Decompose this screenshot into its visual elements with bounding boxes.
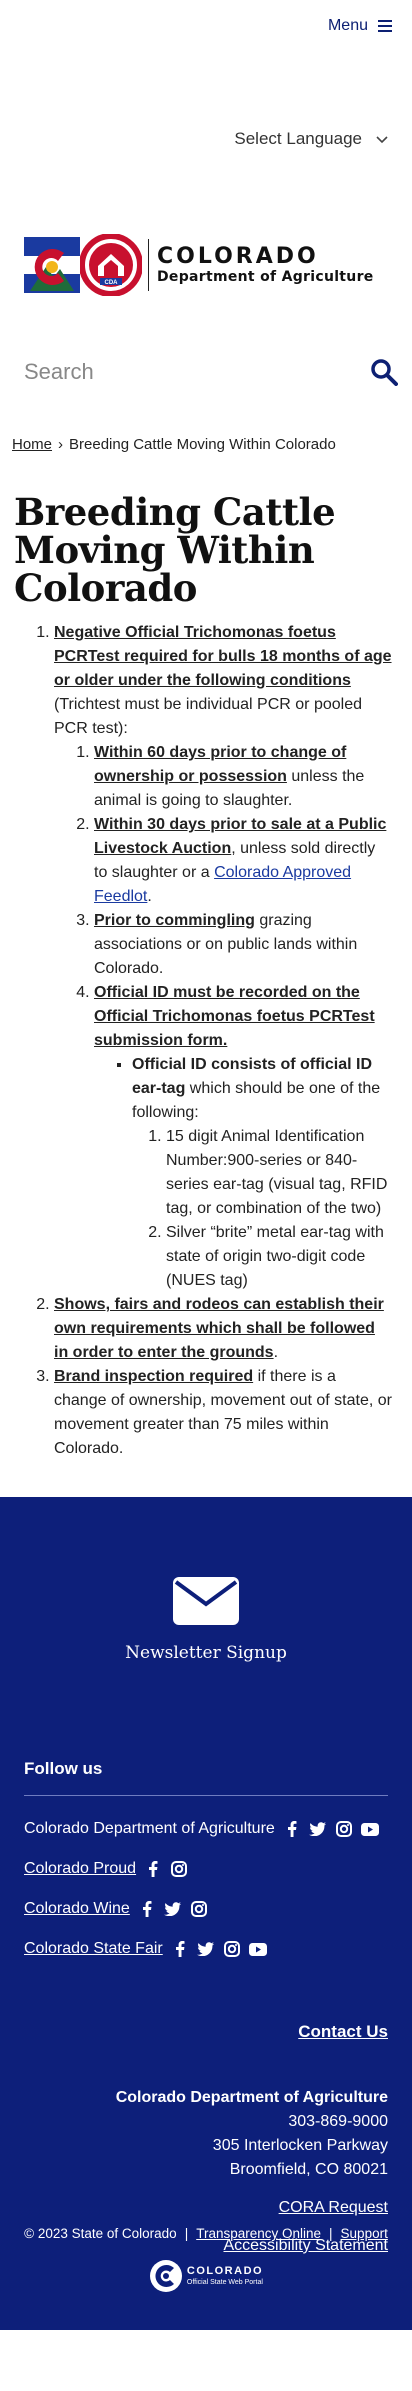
social-row-cda: Colorado Department of Agriculture xyxy=(24,1820,388,1838)
logo-department-name: Department of Agriculture xyxy=(157,269,374,286)
portal-text: COLORADO Official State Web Portal xyxy=(186,2265,264,2287)
shows-tail: . xyxy=(273,1344,279,1361)
instagram-icon[interactable] xyxy=(335,1820,353,1838)
newsletter-label: Newsletter Signup xyxy=(125,1643,287,1663)
twitter-icon[interactable] xyxy=(197,1940,215,1958)
list-item: Negative Official Trichomonas foetus PCR… xyxy=(54,621,392,1293)
instagram-icon[interactable] xyxy=(170,1860,188,1878)
main-content: Negative Official Trichomonas foetus PCR… xyxy=(0,607,412,1461)
social-org-link[interactable]: Colorado Wine xyxy=(24,1900,130,1918)
list-item: Official ID consists of official ID ear-… xyxy=(132,1053,392,1293)
address-line-1: 305 Interlocken Parkway xyxy=(212,2137,388,2154)
youtube-icon[interactable] xyxy=(360,1820,379,1838)
facebook-icon[interactable] xyxy=(171,1940,189,1958)
copyright-text: © 2023 State of Colorado xyxy=(24,2226,177,2241)
brand-inspection-requirement: Brand inspection required xyxy=(54,1368,254,1385)
logo-divider xyxy=(148,239,149,291)
social-org-link[interactable]: Colorado Department of Agriculture xyxy=(24,1820,275,1838)
breadcrumb-current: Breeding Cattle Moving Within Colorado xyxy=(69,436,336,453)
condition-tail: . xyxy=(147,888,152,905)
youtube-icon[interactable] xyxy=(248,1940,267,1958)
legal-bar: © 2023 State of Colorado | Transparency … xyxy=(0,2222,412,2330)
phone-number: 303-869-9000 xyxy=(288,2113,388,2130)
chevron-down-icon xyxy=(376,131,388,147)
social-list: Colorado Department of Agriculture Color… xyxy=(0,1796,412,1958)
page-title: Breeding Cattle Moving Within Colorado xyxy=(14,490,336,610)
trich-conditions-list: Within 60 days prior to change of owners… xyxy=(54,741,392,1293)
condition-bold: Official ID must be recorded on the Offi… xyxy=(94,984,375,1049)
trich-test-note: (Trichtest must be individual PCR or poo… xyxy=(54,696,362,737)
svg-text:CDA: CDA xyxy=(105,280,119,286)
list-item: Official ID must be recorded on the Offi… xyxy=(94,981,392,1293)
social-row-state-fair: Colorado State Fair xyxy=(24,1940,388,1958)
social-org-link[interactable]: Colorado Proud xyxy=(24,1860,136,1878)
instagram-icon[interactable] xyxy=(223,1940,241,1958)
cora-request-link[interactable]: CORA Request xyxy=(24,2196,388,2220)
facebook-icon[interactable] xyxy=(283,1820,301,1838)
search-input[interactable] xyxy=(24,359,324,385)
instagram-icon[interactable] xyxy=(190,1900,208,1918)
social-row-wine: Colorado Wine xyxy=(24,1900,388,1918)
menu-button[interactable]: Menu xyxy=(328,17,392,35)
menu-label: Menu xyxy=(327,17,368,34)
list-item: Within 30 days prior to sale at a Public… xyxy=(94,813,392,909)
footer: Newsletter Signup Follow us Colorado Dep… xyxy=(0,1497,412,2330)
shows-requirement: Shows, fairs and rodeos can establish th… xyxy=(54,1296,384,1361)
ear-tag-options-list: 15 digit Animal Identification Number:90… xyxy=(132,1125,392,1293)
list-item: Shows, fairs and rodeos can establish th… xyxy=(54,1293,392,1365)
cda-badge-icon: CDA xyxy=(80,234,142,296)
contact-block: Contact Us Colorado Department of Agricu… xyxy=(0,1980,412,2258)
colorado-portal-icon xyxy=(149,2260,182,2292)
language-row: Select Language xyxy=(0,52,412,230)
list-item: Prior to commingling grazing association… xyxy=(94,909,392,981)
twitter-icon[interactable] xyxy=(309,1820,327,1838)
trich-test-requirement: Negative Official Trichomonas foetus PCR… xyxy=(54,624,392,689)
legal-links: © 2023 State of Colorado | Transparency … xyxy=(24,2226,388,2241)
list-item: Within 60 days prior to change of owners… xyxy=(94,741,392,813)
address-line-2: Broomfield, CO 80021 xyxy=(229,2161,388,2178)
state-portal-logo[interactable]: COLORADO Official State Web Portal xyxy=(149,2259,263,2293)
twitter-icon[interactable] xyxy=(164,1900,182,1918)
search-bar xyxy=(0,330,412,414)
search-icon[interactable] xyxy=(370,358,398,386)
follow-heading: Follow us xyxy=(24,1759,388,1796)
logo-marks: CDA xyxy=(24,234,142,296)
requirements-list: Negative Official Trichomonas foetus PCR… xyxy=(12,621,392,1461)
newsletter-signup[interactable]: Newsletter Signup xyxy=(0,1497,412,1663)
contact-us-link[interactable]: Contact Us xyxy=(24,2020,388,2044)
envelope-icon xyxy=(173,1577,239,1625)
list-item: Brand inspection required if there is a … xyxy=(54,1365,392,1461)
list-item: Silver “brite” metal ear-tag with state … xyxy=(166,1221,392,1293)
hamburger-icon xyxy=(378,20,392,32)
top-bar: Menu xyxy=(0,0,412,52)
breadcrumb: Home › Breeding Cattle Moving Within Col… xyxy=(0,420,412,453)
separator: | xyxy=(329,2226,333,2241)
facebook-icon[interactable] xyxy=(144,1860,162,1878)
breadcrumb-separator: › xyxy=(58,436,64,453)
logo-text: COLORADO Department of Agriculture xyxy=(157,243,374,286)
facebook-icon[interactable] xyxy=(138,1900,156,1918)
colorado-c-logo-icon xyxy=(24,237,80,293)
breadcrumb-home-link[interactable]: Home xyxy=(12,436,52,453)
list-item: 15 digit Animal Identification Number:90… xyxy=(166,1125,392,1221)
language-select[interactable]: Select Language xyxy=(234,129,388,149)
official-id-list: Official ID consists of official ID ear-… xyxy=(94,1053,392,1293)
portal-subtitle: Official State Web Portal xyxy=(186,2279,263,2286)
language-select-label: Select Language xyxy=(234,129,362,148)
condition-bold: Prior to commingling xyxy=(94,912,255,929)
social-org-link[interactable]: Colorado State Fair xyxy=(24,1940,163,1958)
social-row-proud: Colorado Proud xyxy=(24,1860,388,1878)
portal-name: COLORADO xyxy=(186,2265,264,2277)
transparency-online-link[interactable]: Transparency Online xyxy=(196,2226,321,2241)
support-link[interactable]: Support xyxy=(341,2226,388,2241)
separator: | xyxy=(184,2226,189,2241)
org-name: Colorado Department of Agriculture xyxy=(115,2089,388,2106)
logo[interactable]: CDA COLORADO Department of Agriculture xyxy=(0,230,412,300)
logo-state-name: COLORADO xyxy=(157,243,319,269)
